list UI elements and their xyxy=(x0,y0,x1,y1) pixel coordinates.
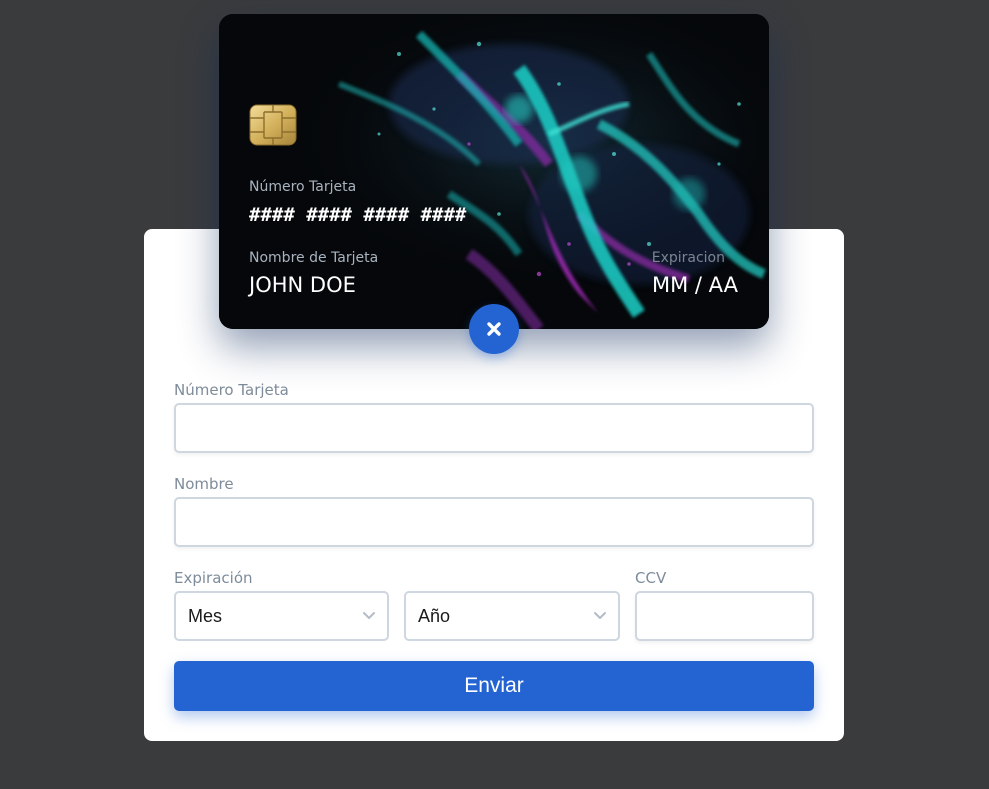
card-name-caption: Nombre de Tarjeta xyxy=(249,250,379,266)
ccv-input[interactable] xyxy=(635,591,814,641)
chevron-down-icon xyxy=(363,612,375,619)
expiry-label: Expiración xyxy=(174,569,253,587)
submit-button[interactable]: Enviar xyxy=(174,661,814,711)
card-number-caption: Número Tarjeta xyxy=(249,179,357,195)
close-icon xyxy=(487,322,501,336)
name-label: Nombre xyxy=(174,475,234,493)
credit-card-preview[interactable]: Número Tarjeta #### #### #### #### Nombr… xyxy=(219,14,769,329)
expiry-month-select[interactable]: Mes xyxy=(174,591,389,641)
expiry-year-value: Año xyxy=(418,605,451,626)
card-expiry-display: MM / AA xyxy=(652,273,738,297)
ccv-label: CCV xyxy=(635,569,667,587)
toggle-form-button[interactable] xyxy=(469,304,519,354)
card-name-display: JOHN DOE xyxy=(249,273,356,297)
card-number-display: #### #### #### #### xyxy=(249,204,467,226)
expiry-month-value: Mes xyxy=(188,605,223,626)
expiry-year-select[interactable]: Año xyxy=(404,591,620,641)
chevron-down-icon xyxy=(594,612,606,619)
card-expiry-caption: Expiracion xyxy=(651,250,725,266)
card-chip-icon xyxy=(249,104,297,146)
page: Número Tarjeta Nombre Expiración Mes Año… xyxy=(0,0,989,789)
name-input[interactable] xyxy=(174,497,814,547)
card-number-label: Número Tarjeta xyxy=(174,381,289,399)
card-number-input[interactable] xyxy=(174,403,814,453)
